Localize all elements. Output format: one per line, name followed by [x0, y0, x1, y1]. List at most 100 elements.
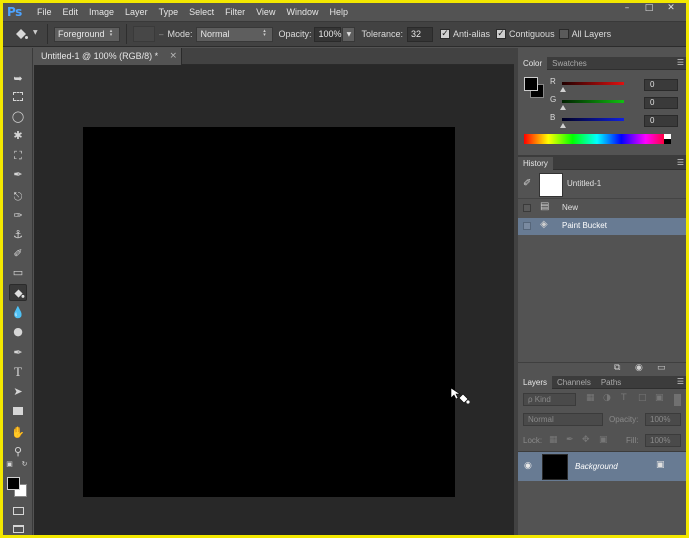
- layer-kind-filter[interactable]: ρ Kind: [523, 393, 576, 406]
- tab-paths[interactable]: Paths: [596, 376, 626, 389]
- tab-history[interactable]: History: [518, 157, 553, 170]
- slider-thumb-icon[interactable]: [560, 105, 566, 110]
- slider-thumb-icon[interactable]: [560, 87, 566, 92]
- tab-channels[interactable]: Channels: [552, 376, 596, 389]
- magic-wand-tool-icon[interactable]: ✱: [9, 127, 27, 144]
- document-tab[interactable]: Untitled-1 @ 100% (RGB/8) * ×: [34, 48, 182, 65]
- brush-tool-icon[interactable]: ✑: [9, 207, 27, 224]
- menu-file[interactable]: File: [37, 7, 52, 17]
- tolerance-input[interactable]: 32: [407, 26, 434, 42]
- antialias-checkbox[interactable]: ✓: [440, 29, 451, 39]
- slider-thumb-icon[interactable]: [560, 123, 566, 128]
- layer-opacity-input[interactable]: 100%: [645, 413, 681, 426]
- pen-tool-icon[interactable]: ✒: [9, 344, 27, 361]
- green-value-input[interactable]: 0: [644, 97, 678, 109]
- history-brush-source-icon[interactable]: ✐: [523, 178, 531, 189]
- crop-tool-icon[interactable]: ⛶: [9, 147, 27, 164]
- snapshot-label: Untitled-1: [567, 179, 602, 188]
- opacity-dropdown-button[interactable]: ▼: [342, 26, 356, 42]
- lock-transparent-icon[interactable]: ▦: [549, 435, 558, 445]
- smart-object-filter-icon[interactable]: ▣: [655, 393, 664, 403]
- panel-menu-icon[interactable]: ☰: [677, 376, 684, 388]
- menu-edit[interactable]: Edit: [63, 7, 79, 17]
- clone-stamp-tool-icon[interactable]: ⚓: [9, 226, 27, 243]
- tool-preset-picker[interactable]: ▼: [11, 24, 41, 44]
- history-brush-source-box[interactable]: [523, 204, 531, 212]
- default-colors-icon[interactable]: ▣: [5, 460, 14, 469]
- menu-image[interactable]: Image: [89, 7, 114, 17]
- lasso-tool-icon[interactable]: ◯: [9, 108, 27, 125]
- all-layers-checkbox[interactable]: [558, 29, 569, 39]
- history-snapshot-row[interactable]: ✐ Untitled-1: [518, 170, 686, 199]
- eraser-tool-icon[interactable]: ▭: [9, 264, 27, 281]
- dodge-tool-icon[interactable]: ●: [9, 323, 27, 340]
- color-spectrum-ramp[interactable]: [524, 134, 670, 144]
- tab-layers[interactable]: Layers: [518, 376, 553, 389]
- tab-color[interactable]: Color: [518, 57, 548, 70]
- tab-swatches[interactable]: Swatches: [547, 57, 592, 70]
- swap-colors-icon[interactable]: ↻: [20, 460, 29, 469]
- lock-image-icon[interactable]: ✒: [566, 435, 574, 445]
- mode-select[interactable]: Normal: [196, 26, 274, 42]
- pattern-picker[interactable]: [133, 26, 155, 42]
- path-selection-tool-icon[interactable]: ➤: [9, 383, 27, 400]
- document-canvas[interactable]: [83, 127, 470, 497]
- layer-row-background[interactable]: ◉ Background ▣: [518, 451, 686, 481]
- move-tool-icon[interactable]: ➥: [9, 70, 27, 87]
- paint-bucket-tool-icon[interactable]: [9, 284, 27, 301]
- hand-tool-icon[interactable]: ✋: [9, 424, 27, 441]
- pattern-dropdown[interactable]: –: [159, 30, 163, 39]
- zoom-tool-icon[interactable]: ⚲: [9, 443, 27, 460]
- blue-value-input[interactable]: 0: [644, 115, 678, 127]
- layer-name[interactable]: Background: [575, 462, 618, 471]
- lock-all-icon[interactable]: ▣: [599, 435, 608, 445]
- red-value-input[interactable]: 0: [644, 79, 678, 91]
- blue-slider[interactable]: B 0: [550, 113, 684, 130]
- image-filter-icon[interactable]: ▦: [586, 393, 595, 403]
- menu-layer[interactable]: Layer: [125, 7, 148, 17]
- maximize-button[interactable]: □: [638, 3, 660, 15]
- type-tool-icon[interactable]: T: [9, 363, 27, 380]
- green-slider[interactable]: G 0: [550, 95, 684, 112]
- eye-icon[interactable]: ◉: [524, 461, 532, 471]
- color-panel-fg-swatch[interactable]: [524, 77, 538, 91]
- screen-mode-icon[interactable]: [9, 521, 27, 535]
- contiguous-checkbox[interactable]: ✓: [496, 29, 507, 39]
- camera-icon[interactable]: ◉: [635, 363, 643, 373]
- black-white-ramp[interactable]: [664, 134, 671, 144]
- history-item[interactable]: ▤ New: [518, 200, 686, 217]
- new-document-from-state-icon[interactable]: ⧉: [614, 363, 620, 373]
- opacity-input[interactable]: 100%: [314, 26, 342, 42]
- adjustment-filter-icon[interactable]: ◑: [603, 393, 611, 403]
- filter-toggle[interactable]: [674, 394, 681, 406]
- close-button[interactable]: ✕: [660, 3, 682, 15]
- minimize-button[interactable]: –: [616, 3, 638, 15]
- fill-source-select[interactable]: Foreground: [54, 26, 120, 42]
- layer-fill-input[interactable]: 100%: [645, 434, 681, 447]
- close-icon[interactable]: ×: [169, 48, 177, 65]
- lock-position-icon[interactable]: ✥: [582, 435, 590, 445]
- panel-menu-icon[interactable]: ☰: [677, 57, 684, 69]
- history-brush-tool-icon[interactable]: ✐: [9, 245, 27, 262]
- history-brush-source-box[interactable]: [523, 222, 531, 230]
- trash-icon[interactable]: ▭: [657, 363, 666, 373]
- menu-filter[interactable]: Filter: [225, 7, 245, 17]
- blend-mode-select[interactable]: Normal: [523, 413, 603, 426]
- menu-type[interactable]: Type: [159, 7, 179, 17]
- eyedropper-tool-icon[interactable]: ✒: [9, 166, 27, 183]
- red-slider[interactable]: R 0: [550, 77, 684, 94]
- quick-mask-icon[interactable]: [9, 503, 27, 520]
- type-filter-icon[interactable]: T: [621, 393, 627, 403]
- panel-menu-icon[interactable]: ☰: [677, 157, 684, 169]
- foreground-color-swatch[interactable]: [7, 477, 20, 490]
- menu-help[interactable]: Help: [329, 7, 348, 17]
- shape-filter-icon[interactable]: □: [638, 393, 647, 403]
- marquee-tool-icon[interactable]: [9, 89, 27, 106]
- menu-window[interactable]: Window: [286, 7, 318, 17]
- blur-tool-icon[interactable]: 💧: [9, 304, 27, 321]
- spot-healing-tool-icon[interactable]: ⎋: [9, 188, 27, 205]
- menu-select[interactable]: Select: [189, 7, 214, 17]
- history-item-selected[interactable]: ◈ Paint Bucket: [518, 218, 686, 235]
- menu-view[interactable]: View: [256, 7, 275, 17]
- rectangle-tool-icon[interactable]: [9, 403, 27, 420]
